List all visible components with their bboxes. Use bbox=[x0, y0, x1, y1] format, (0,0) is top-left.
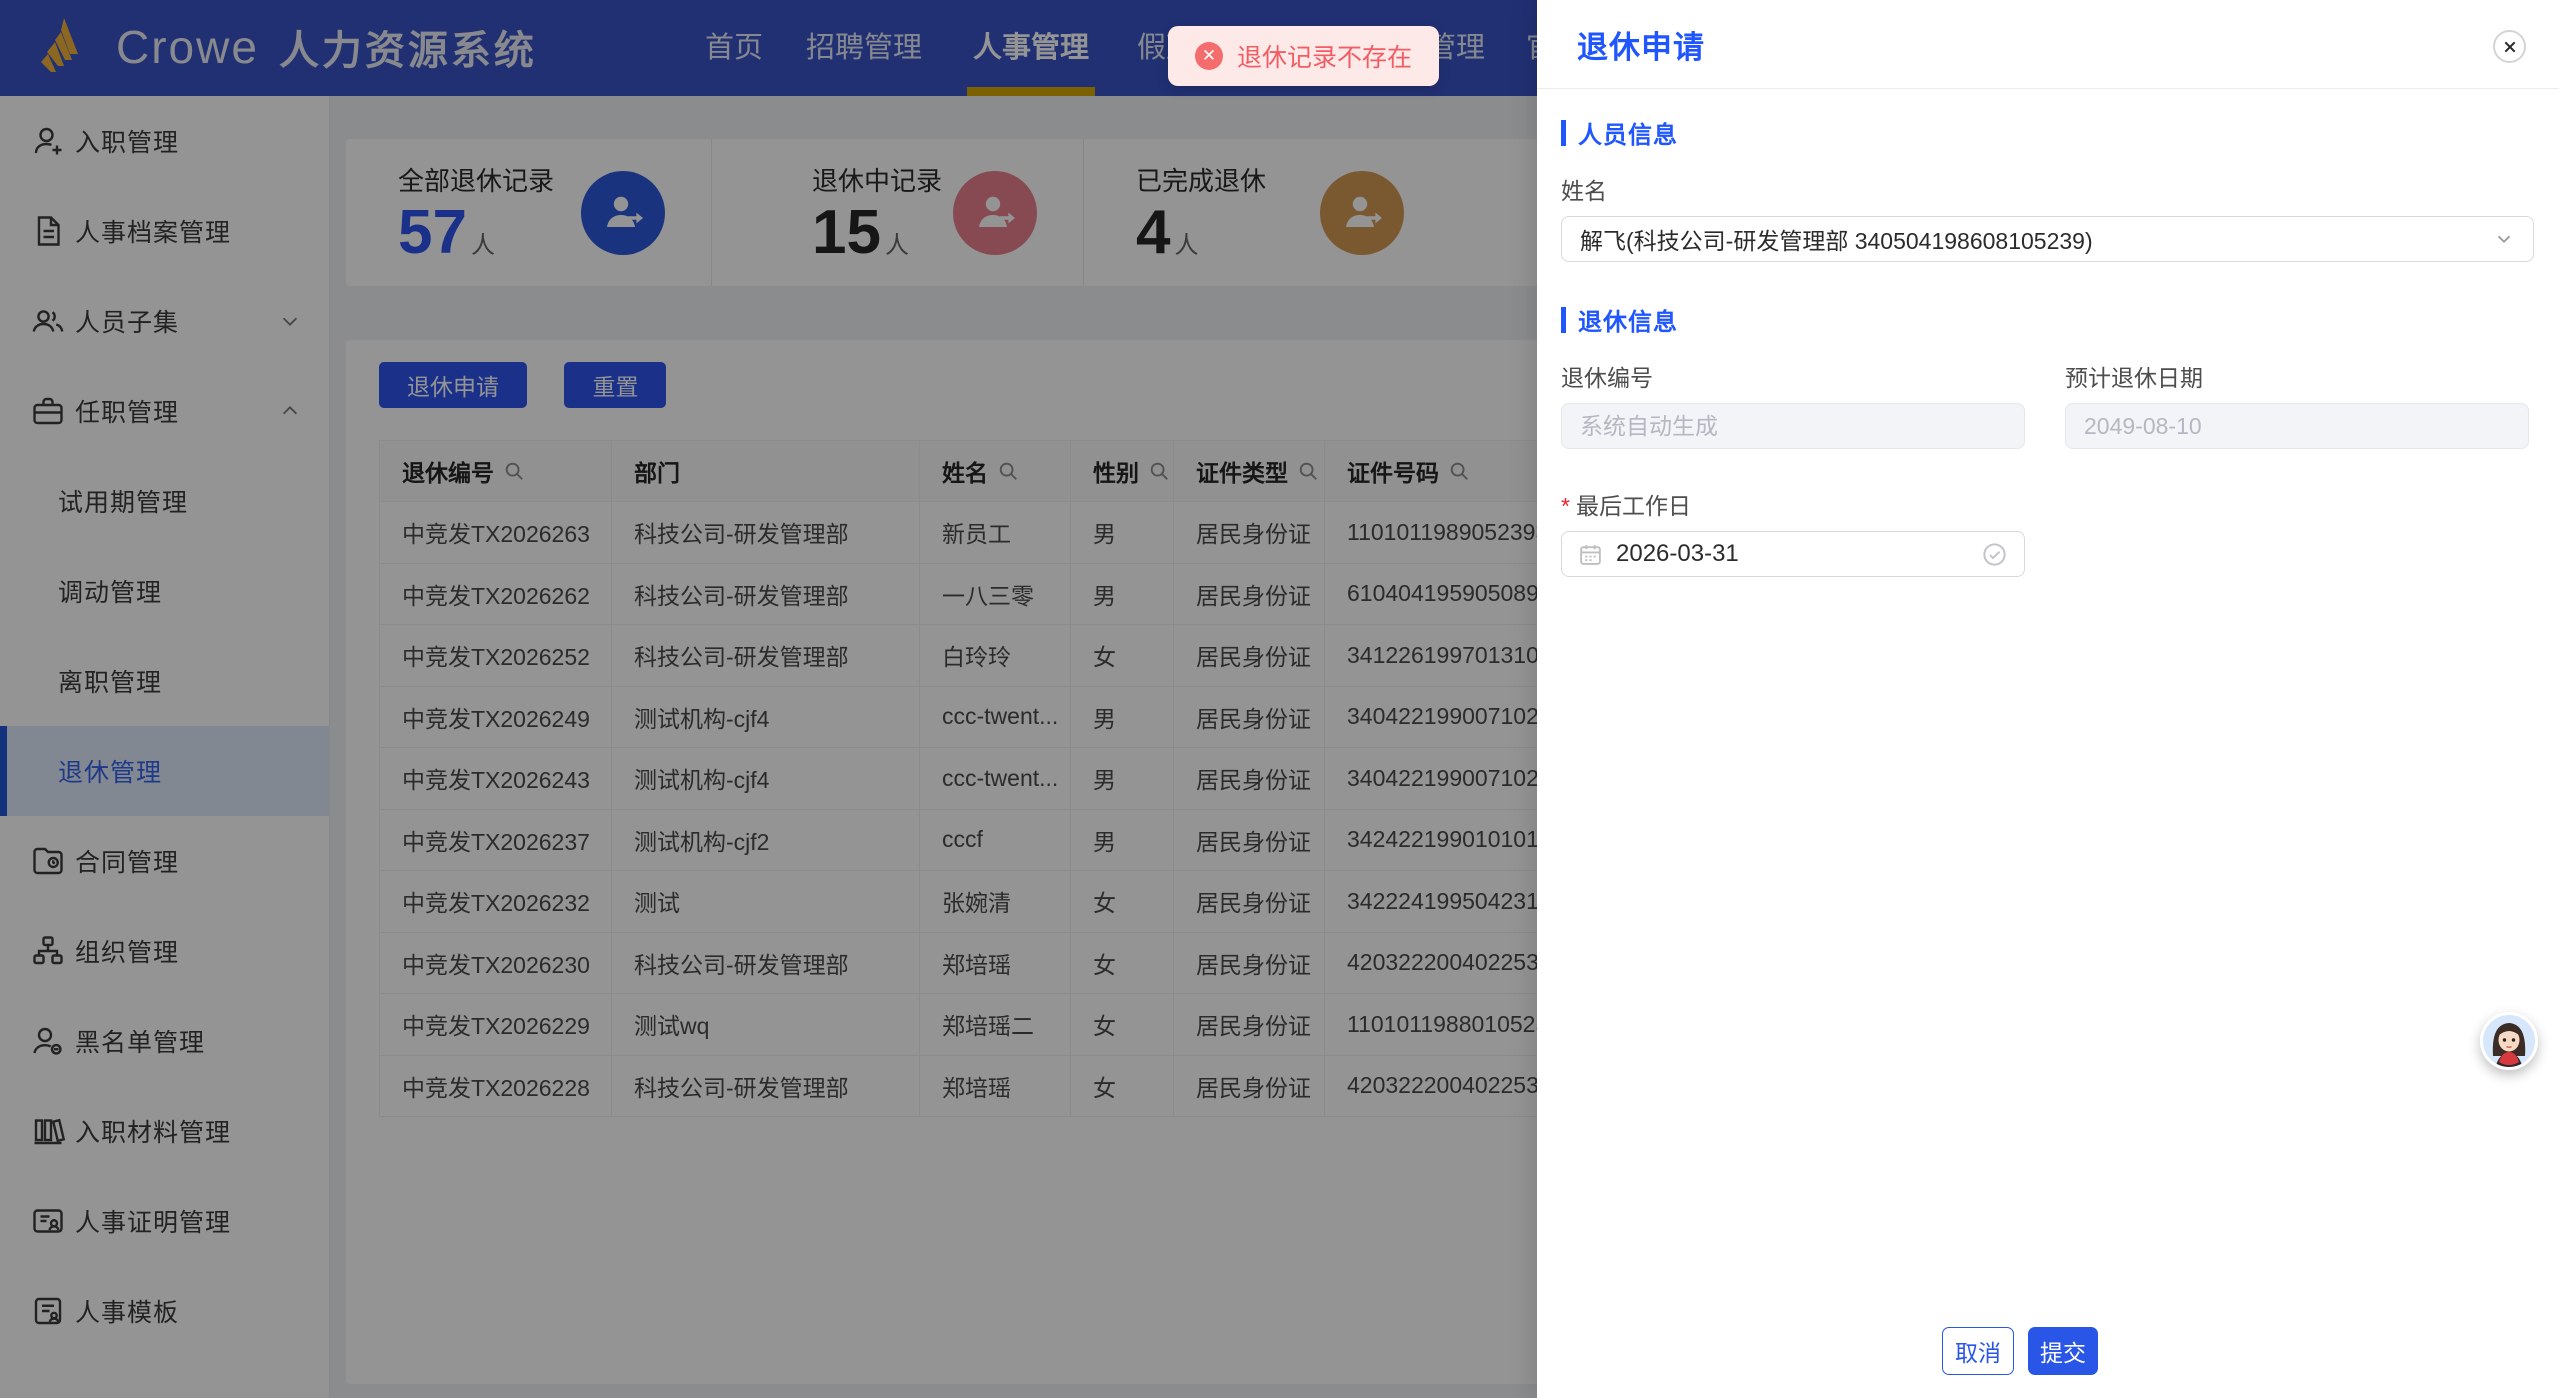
hr-system-page: Crowe 人力资源系统 首页 招聘管理 人事管理 假勤管理 福利管理 官 入职… bbox=[0, 0, 2559, 1398]
name-select-value: 解飞(科技公司-研发管理部 340504198608105239) bbox=[1580, 222, 2493, 256]
expected-date-input bbox=[2065, 403, 2529, 449]
drawer-body: 人员信息 姓名 解飞(科技公司-研发管理部 340504198608105239… bbox=[1537, 89, 2559, 577]
last-work-day-value: 2026-03-31 bbox=[1616, 540, 1981, 568]
assistant-avatar[interactable] bbox=[2480, 1012, 2538, 1070]
error-circle-icon: ✕ bbox=[1195, 42, 1223, 70]
section-person-info: 人员信息 bbox=[1561, 115, 2534, 150]
name-field-label: 姓名 bbox=[1561, 172, 2534, 206]
section-retire-info: 退休信息 bbox=[1561, 302, 2534, 337]
drawer-title: 退休申请 bbox=[1577, 22, 1705, 67]
chevron-down-icon bbox=[2493, 228, 2515, 250]
close-icon[interactable] bbox=[2493, 30, 2526, 63]
error-toast-text: 退休记录不存在 bbox=[1237, 38, 1412, 74]
last-work-day-label: 最后工作日 bbox=[1561, 487, 2534, 521]
expected-date-label: 预计退休日期 bbox=[2065, 359, 2529, 393]
retire-no-input bbox=[1561, 403, 2025, 449]
check-circle-icon[interactable] bbox=[1981, 541, 2008, 568]
calendar-icon bbox=[1578, 542, 1603, 567]
error-toast: ✕ 退休记录不存在 bbox=[1168, 26, 1439, 86]
girl-avatar-icon bbox=[2480, 1012, 2538, 1070]
drawer-header: 退休申请 bbox=[1537, 0, 2559, 89]
submit-button[interactable]: 提交 bbox=[2028, 1327, 2098, 1375]
section-accent-bar bbox=[1561, 307, 1566, 333]
name-select[interactable]: 解飞(科技公司-研发管理部 340504198608105239) bbox=[1561, 216, 2534, 262]
cancel-button[interactable]: 取消 bbox=[1942, 1327, 2014, 1375]
section-accent-bar bbox=[1561, 120, 1566, 146]
retire-apply-drawer: 退休申请 人员信息 姓名 解飞(科技公司-研发管理部 3405041986081… bbox=[1537, 0, 2559, 1398]
drawer-footer: 取消 提交 bbox=[1942, 1327, 2098, 1375]
retire-no-label: 退休编号 bbox=[1561, 359, 2025, 393]
last-work-day-datepicker[interactable]: 2026-03-31 bbox=[1561, 531, 2025, 577]
